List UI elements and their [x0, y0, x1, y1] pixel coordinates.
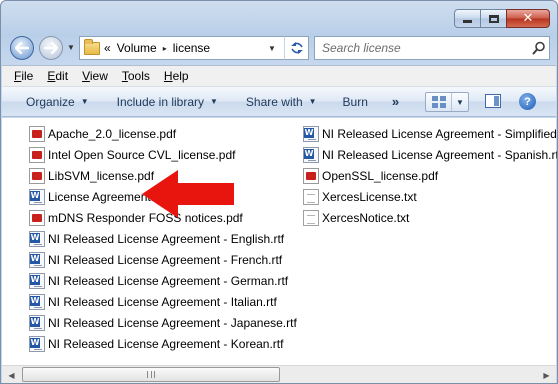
- rtf-file-icon: [29, 294, 45, 310]
- breadcrumb-license[interactable]: license: [173, 41, 210, 55]
- back-button[interactable]: [10, 36, 34, 60]
- preview-pane-icon[interactable]: [485, 94, 501, 108]
- menu-file[interactable]: File: [7, 69, 40, 83]
- menu-tools[interactable]: Tools: [115, 69, 157, 83]
- maximize-button[interactable]: [480, 9, 507, 28]
- file-item[interactable]: NI Released License Agreement - Italian.…: [29, 292, 277, 312]
- horizontal-scrollbar[interactable]: ◀ ▶: [2, 365, 556, 383]
- file-item[interactable]: NI Released License Agreement - German.r…: [29, 271, 288, 291]
- include-in-library-button[interactable]: Include in library ▼: [107, 95, 228, 109]
- rtf-file-icon: [29, 336, 45, 352]
- rtf-file-icon: [29, 231, 45, 247]
- file-item[interactable]: Intel Open Source CVL_license.pdf: [29, 145, 235, 165]
- file-item[interactable]: NI Released License Agreement - English.…: [29, 229, 284, 249]
- red-arrow-annotation: [142, 170, 234, 218]
- file-item[interactable]: LibSVM_license.pdf: [29, 166, 154, 186]
- close-icon: ✕: [522, 11, 534, 26]
- file-list-pane: Apache_2.0_license.pdf Intel Open Source…: [2, 118, 557, 365]
- maximize-icon: [488, 14, 499, 23]
- search-placeholder: Search license: [322, 41, 401, 55]
- rtf-file-icon: [29, 252, 45, 268]
- organize-button[interactable]: Organize ▼: [16, 95, 99, 109]
- scroll-thumb[interactable]: [22, 367, 280, 382]
- file-item[interactable]: NI Released License Agreement - Spanish.…: [303, 145, 557, 165]
- rtf-file-icon: [303, 126, 319, 142]
- file-item[interactable]: NI Released License Agreement - French.r…: [29, 250, 282, 270]
- view-grid-icon: [426, 93, 452, 111]
- rtf-file-icon: [29, 273, 45, 289]
- folder-icon: [84, 38, 100, 55]
- menu-bar: File Edit View Tools Help: [2, 65, 556, 87]
- close-button[interactable]: ✕: [506, 9, 550, 28]
- address-dropdown[interactable]: ▼: [262, 37, 282, 59]
- breadcrumb-volume[interactable]: Volume: [117, 41, 157, 55]
- help-icon[interactable]: ?: [519, 93, 536, 110]
- pdf-file-icon: [29, 210, 45, 226]
- pdf-file-icon: [29, 168, 45, 184]
- forward-button[interactable]: [39, 36, 63, 60]
- forward-arrow-icon: [44, 42, 58, 54]
- menu-help[interactable]: Help: [157, 69, 196, 83]
- file-item[interactable]: XercesLicense.txt: [303, 187, 417, 207]
- chevron-down-icon: ▼: [80, 97, 89, 106]
- share-with-button[interactable]: Share with ▼: [236, 95, 327, 109]
- scroll-left-icon[interactable]: ◀: [3, 367, 20, 383]
- refresh-button[interactable]: [284, 36, 309, 60]
- rtf-file-icon: [29, 315, 45, 331]
- file-item[interactable]: NI Released License Agreement - Simplifi…: [303, 124, 557, 144]
- file-item[interactable]: NI Released License Agreement - Japanese…: [29, 313, 297, 333]
- navigation-row: ▼ « Volume ▸ license ▼ Search license: [1, 34, 557, 62]
- refresh-icon: [290, 42, 303, 54]
- file-item[interactable]: OpenSSL_license.pdf: [303, 166, 438, 186]
- breadcrumb-overflow[interactable]: «: [104, 41, 111, 55]
- minimize-icon: [463, 20, 472, 23]
- burn-button[interactable]: Burn: [333, 95, 378, 109]
- menu-view[interactable]: View: [75, 69, 115, 83]
- file-item[interactable]: Apache_2.0_license.pdf: [29, 124, 176, 144]
- pdf-file-icon: [29, 147, 45, 163]
- change-view-button[interactable]: ▼: [425, 92, 469, 112]
- rtf-file-icon: [303, 147, 319, 163]
- txt-file-icon: [303, 210, 319, 226]
- search-icon[interactable]: [529, 41, 549, 55]
- pdf-file-icon: [303, 168, 319, 184]
- chevron-down-icon: ▼: [308, 97, 317, 106]
- explorer-window: ✕ ▼ « Volume ▸ license ▼ Search license …: [0, 0, 558, 384]
- file-item[interactable]: NI Released License Agreement - Korean.r…: [29, 334, 283, 354]
- address-bar[interactable]: « Volume ▸ license ▼: [79, 36, 309, 60]
- pdf-file-icon: [29, 126, 45, 142]
- more-commands-button[interactable]: »: [384, 94, 407, 109]
- txt-file-icon: [303, 189, 319, 205]
- chevron-down-icon: ▼: [210, 97, 218, 106]
- minimize-button[interactable]: [454, 9, 481, 28]
- back-arrow-icon: [15, 42, 29, 54]
- breadcrumb-separator[interactable]: ▸: [163, 44, 167, 53]
- grip-icon: [147, 371, 155, 378]
- recent-pages-dropdown[interactable]: ▼: [67, 43, 75, 52]
- command-bar: Organize ▼ Include in library ▼ Share with…: [2, 87, 556, 117]
- rtf-file-icon: [29, 189, 45, 205]
- menu-edit[interactable]: Edit: [40, 69, 75, 83]
- caption-buttons: ✕: [454, 9, 550, 28]
- search-input[interactable]: Search license: [314, 36, 550, 60]
- view-dropdown-icon[interactable]: ▼: [452, 98, 468, 107]
- file-item[interactable]: XercesNotice.txt: [303, 208, 409, 228]
- scroll-right-icon[interactable]: ▶: [538, 367, 555, 383]
